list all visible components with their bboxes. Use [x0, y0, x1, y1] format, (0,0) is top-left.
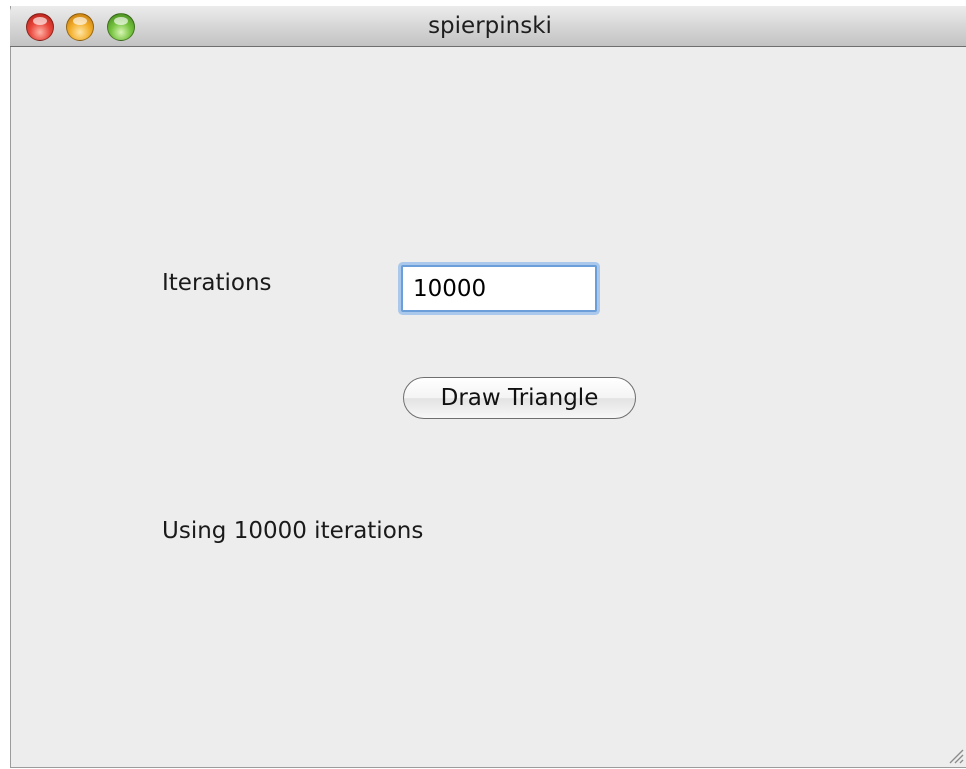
title-bar[interactable]: spierpinski [10, 6, 966, 47]
iterations-label: Iterations [162, 270, 272, 296]
draw-triangle-button[interactable]: Draw Triangle [403, 377, 636, 419]
iterations-input[interactable] [401, 265, 597, 312]
window-title: spierpinski [428, 13, 552, 39]
resize-grip-icon[interactable] [944, 744, 964, 764]
status-text: Using 10000 iterations [162, 518, 424, 544]
